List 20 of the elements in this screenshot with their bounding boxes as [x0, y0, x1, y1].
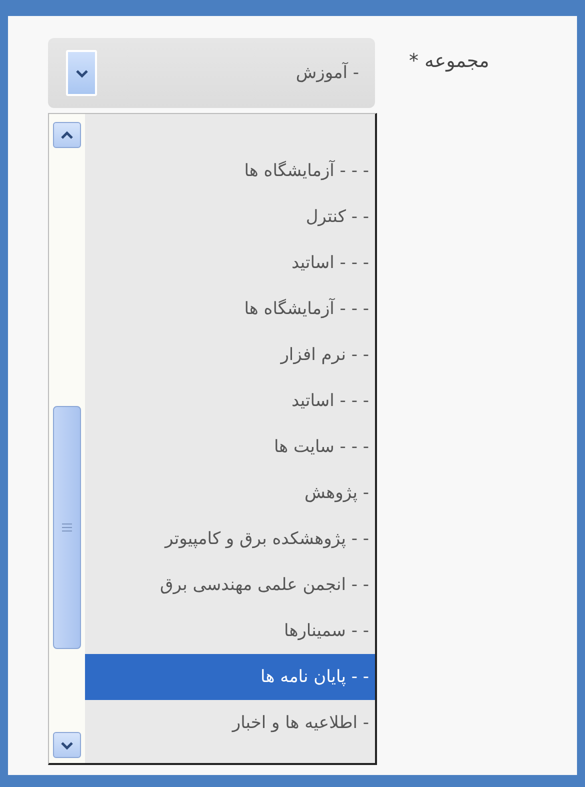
field-label: مجموعه *	[409, 49, 490, 72]
dropdown-option[interactable]: - اطلاعیه ها و اخبار	[85, 700, 375, 746]
dropdown-option[interactable]: - - - سایت ها	[85, 424, 375, 470]
chevron-down-icon	[60, 740, 74, 750]
chevron-up-icon	[60, 130, 74, 140]
dropdown-option[interactable]: - - - اساتید	[85, 240, 375, 286]
dropdown-option[interactable]: - - - آزمایشگاه ها	[85, 148, 375, 194]
dropdown-option[interactable]: - - - اساتید	[85, 378, 375, 424]
dropdown-option[interactable]: - - پایان نامه ها	[85, 654, 375, 700]
dropdown-option[interactable]: - - - آزمایشگاه ها	[85, 286, 375, 332]
dropdown-option[interactable]: - پژوهش	[85, 470, 375, 516]
scroll-thumb[interactable]	[53, 406, 81, 649]
dropdown-option[interactable]: - - سمینارها	[85, 608, 375, 654]
chevron-down-icon	[74, 68, 88, 78]
dropdown-option[interactable]: - - انجمن علمی مهندسی برق	[85, 562, 375, 608]
dropdown-option[interactable]: - - نرم افزار	[85, 332, 375, 378]
dropdown-option[interactable]: - - کنترل	[85, 194, 375, 240]
dropdown-option[interactable]: - - پژوهشکده برق و کامپیوتر	[85, 516, 375, 562]
category-select[interactable]: - آموزش	[48, 38, 375, 108]
scrollbar[interactable]	[49, 114, 85, 763]
